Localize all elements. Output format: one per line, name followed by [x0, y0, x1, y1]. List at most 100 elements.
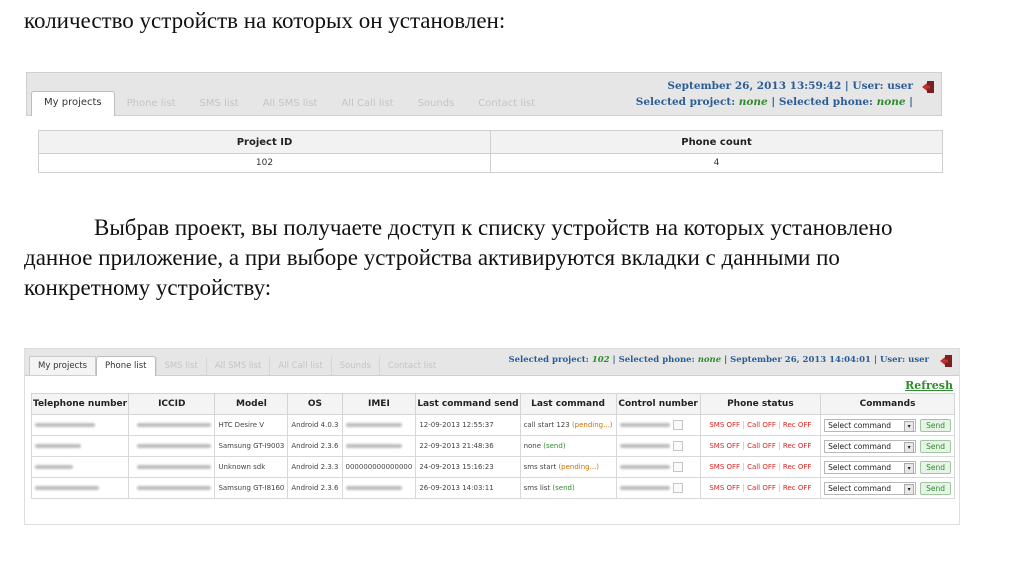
column-header[interactable]: Last command send: [415, 393, 521, 415]
redacted-value: [35, 423, 95, 427]
tab-all-call-list[interactable]: All Call list: [329, 93, 405, 115]
table-row[interactable]: Samsung GT-I8160 Android 2.3.6 26-09-2013 …: [30, 477, 955, 499]
redacted-value: [619, 465, 670, 469]
status-rec-off-button[interactable]: Rec OFF: [778, 442, 815, 450]
column-header[interactable]: Last command: [519, 393, 617, 415]
user-label: User:: [879, 355, 906, 365]
status-sms-off-button[interactable]: SMS OFF: [706, 442, 743, 450]
commands-cell: Select command ▾ Send: [820, 414, 955, 436]
commands-cell: Select command ▾ Send: [820, 435, 955, 457]
column-header[interactable]: Model: [214, 393, 289, 415]
redacted-value: [619, 444, 670, 448]
status-sms-off-button[interactable]: SMS OFF: [706, 484, 743, 492]
tab-all-sms-list[interactable]: All SMS list: [251, 93, 330, 115]
last-command-send-cell: 24-09-2013 15:16:23: [415, 456, 521, 478]
table-row[interactable]: 102 4: [38, 153, 943, 173]
dropdown-arrow-icon[interactable]: ▾: [904, 483, 915, 495]
phone-status-cell: SMS OFF Call OFF Rec OFF: [699, 435, 822, 457]
selected-project-label: Selected project:: [508, 355, 589, 365]
redacted-value: [137, 444, 212, 448]
column-header[interactable]: Phone count: [490, 130, 943, 154]
datetime: September 26, 2013 13:59:42: [667, 80, 842, 92]
column-header[interactable]: OS: [287, 393, 343, 415]
redacted-value: [35, 444, 81, 448]
status-rec-off-button[interactable]: Rec OFF: [778, 421, 815, 429]
command-select[interactable]: Select command ▾: [824, 460, 917, 474]
telephone-cell: [30, 477, 130, 499]
selected-phone-label: Selected phone:: [778, 96, 873, 108]
tab-my-projects[interactable]: My projects: [29, 356, 96, 375]
header-info: September 26, 2013 13:59:42 | User: user…: [635, 80, 913, 108]
exit-icon[interactable]: [921, 80, 935, 94]
middle-paragraph: Выбрав проект, вы получаете доступ к спи…: [24, 215, 893, 300]
status-rec-off-button[interactable]: Rec OFF: [778, 484, 815, 492]
exit-icon[interactable]: [939, 354, 953, 368]
column-header[interactable]: Control number: [615, 393, 701, 415]
tab-phone-list[interactable]: Phone list: [96, 356, 156, 376]
os-cell: Android 2.3.6: [287, 477, 343, 499]
command-select[interactable]: Select command ▾: [824, 439, 917, 453]
tab-sms-list[interactable]: SMS list: [188, 93, 251, 115]
tab-sounds[interactable]: Sounds: [406, 93, 467, 115]
column-header[interactable]: ICCID: [128, 393, 216, 415]
iccid-cell: [128, 477, 216, 499]
commands-cell: Select command ▾ Send: [820, 477, 955, 499]
status-sms-off-button[interactable]: SMS OFF: [706, 421, 743, 429]
selected-phone-value: none: [876, 96, 906, 108]
status-call-off-button[interactable]: Call OFF: [743, 421, 779, 429]
table-row[interactable]: Unknown sdk Android 2.3.3 000000000000000 2…: [30, 456, 955, 478]
control-number-cell: [615, 435, 701, 457]
command-select[interactable]: Select command ▾: [824, 481, 917, 495]
projects-table: Project ID Phone count 102 4: [38, 130, 943, 173]
redacted-value: [619, 486, 670, 490]
control-number-icon[interactable]: [672, 441, 683, 451]
top-text-line: количество устройств на которых он устан…: [24, 8, 506, 33]
send-button[interactable]: Send: [920, 481, 951, 495]
send-button[interactable]: Send: [920, 418, 951, 432]
command-text: sms list: [523, 484, 553, 492]
model-cell: Unknown sdk: [214, 456, 289, 478]
redacted-value: [345, 423, 402, 427]
dropdown-arrow-icon[interactable]: ▾: [904, 420, 915, 432]
tab-sounds[interactable]: Sounds: [330, 357, 379, 375]
tab-phone-list[interactable]: Phone list: [115, 93, 188, 115]
tab-sms-list[interactable]: SMS list: [155, 357, 206, 375]
tab-contact-list[interactable]: Contact list: [378, 357, 444, 375]
tab-contact-list[interactable]: Contact list: [466, 93, 547, 115]
control-number-cell: [615, 456, 701, 478]
model-cell: Samsung GT-I8160: [214, 477, 289, 499]
control-number-icon[interactable]: [672, 462, 683, 472]
control-number-icon[interactable]: [672, 483, 683, 493]
tab-my-projects[interactable]: My projects: [31, 91, 115, 116]
status-call-off-button[interactable]: Call OFF: [743, 484, 779, 492]
selected-project-label: Selected project:: [635, 96, 736, 108]
user-value: user: [887, 80, 913, 92]
redacted-value: [35, 486, 99, 490]
control-number-icon[interactable]: [672, 420, 683, 430]
send-button[interactable]: Send: [920, 460, 951, 474]
dropdown-arrow-icon[interactable]: ▾: [904, 441, 915, 453]
column-header[interactable]: IMEI: [341, 393, 417, 415]
status-call-off-button[interactable]: Call OFF: [743, 463, 779, 471]
status-rec-off-button[interactable]: Rec OFF: [778, 463, 815, 471]
column-header[interactable]: Project ID: [38, 130, 491, 154]
header-info: Selected project: 102 | Selected phone: …: [508, 355, 929, 365]
table-row[interactable]: Samsung GT-I9003 Android 2.3.6 22-09-2013 …: [30, 435, 955, 457]
tab-all-call-list[interactable]: All Call list: [269, 357, 330, 375]
table-row[interactable]: HTC Desire V Android 4.0.3 12-09-2013 12:5…: [30, 414, 955, 436]
column-header[interactable]: Telephone number: [30, 393, 130, 415]
dropdown-arrow-icon[interactable]: ▾: [904, 462, 915, 474]
column-header[interactable]: Phone status: [699, 393, 822, 415]
column-header[interactable]: Commands: [820, 393, 955, 415]
tab-bar: My projects Phone list SMS list All SMS lis…: [26, 72, 942, 116]
user-value: user: [908, 355, 929, 365]
os-cell: Android 4.0.3: [287, 414, 343, 436]
status-call-off-button[interactable]: Call OFF: [743, 442, 779, 450]
send-button[interactable]: Send: [920, 439, 951, 453]
phone-status-cell: SMS OFF Call OFF Rec OFF: [699, 414, 822, 436]
tab-all-sms-list[interactable]: All SMS list: [205, 357, 270, 375]
phone-status-cell: SMS OFF Call OFF Rec OFF: [699, 456, 822, 478]
refresh-link[interactable]: Refresh: [905, 379, 953, 392]
command-select[interactable]: Select command ▾: [824, 418, 917, 432]
status-sms-off-button[interactable]: SMS OFF: [706, 463, 743, 471]
